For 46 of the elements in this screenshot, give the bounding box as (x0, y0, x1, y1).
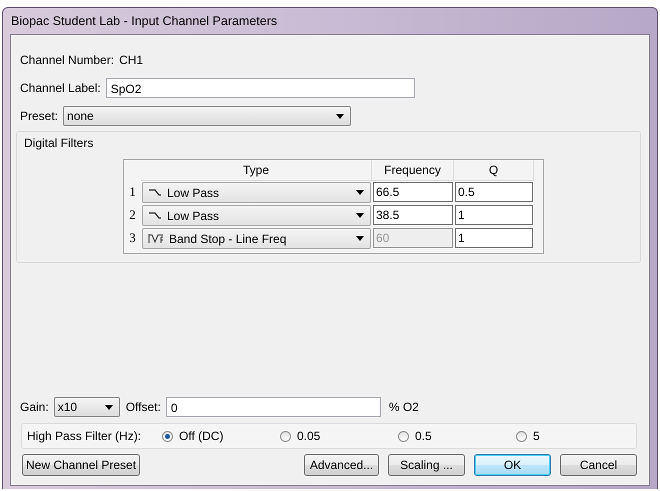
radio-label[interactable]: 0.05 (297, 429, 320, 443)
channel-number-value: CH1 (119, 53, 144, 67)
dropdown-caret-icon (104, 404, 113, 410)
offset-label: Offset: (126, 400, 161, 414)
q-field[interactable]: 1 (455, 228, 533, 248)
preset-dropdown[interactable]: none (63, 106, 352, 126)
gain-dropdown[interactable]: x10 (54, 397, 120, 417)
low-pass-filter-icon (148, 188, 162, 197)
band-stop-filter-icon (148, 233, 164, 244)
dialog-button[interactable]: Cancel (560, 454, 637, 476)
dialog-button[interactable]: Advanced... (304, 454, 379, 476)
radio-button[interactable] (516, 430, 527, 442)
window-title: Biopac Student Lab - Input Channel Parameters (10, 13, 278, 30)
preset-label: Preset: (20, 109, 58, 123)
gain-label: Gain: (20, 400, 49, 414)
frequency-field[interactable]: 38.5 (373, 205, 453, 225)
dropdown-caret-icon (356, 190, 364, 195)
frequency-field[interactable]: 66.5 (373, 182, 453, 202)
high-pass-filter-label: High Pass Filter (Hz): (27, 429, 142, 443)
radio-button[interactable] (398, 430, 409, 442)
radio-button[interactable] (280, 430, 291, 442)
filter-type-dropdown[interactable]: Low Pass (142, 205, 371, 226)
column-header: Type (141, 160, 372, 181)
column-header: Frequency (372, 160, 454, 181)
group-title: Digital Filters (24, 136, 94, 150)
radio-label[interactable]: 5 (533, 429, 540, 443)
filter-type-dropdown[interactable]: Low Pass (142, 182, 371, 203)
dropdown-caret-icon (356, 213, 364, 218)
channel-number-label: Channel Number: (20, 53, 114, 67)
offset-field[interactable]: 0 (166, 397, 381, 417)
channel-label-field[interactable]: SpO2 (106, 78, 415, 98)
column-header: Q (454, 160, 534, 181)
dialog-button[interactable]: Scaling ... (388, 454, 465, 476)
unit-label: % O2 (388, 400, 419, 414)
radio-label[interactable]: 0.5 (415, 429, 432, 443)
dropdown-caret-icon (356, 236, 364, 241)
low-pass-filter-icon (148, 211, 162, 220)
filter-type-dropdown[interactable]: Band Stop - Line Freq (142, 228, 371, 249)
radio-button[interactable] (162, 430, 173, 442)
q-field[interactable]: 0.5 (455, 182, 533, 202)
radio-label[interactable]: Off (DC) (179, 429, 224, 443)
channel-label-label: Channel Label: (20, 81, 101, 95)
dialog-button[interactable]: OK (474, 454, 551, 476)
dropdown-caret-icon (336, 114, 344, 118)
q-field[interactable]: 1 (455, 205, 533, 225)
dialog-button[interactable]: New Channel Preset (22, 454, 140, 476)
